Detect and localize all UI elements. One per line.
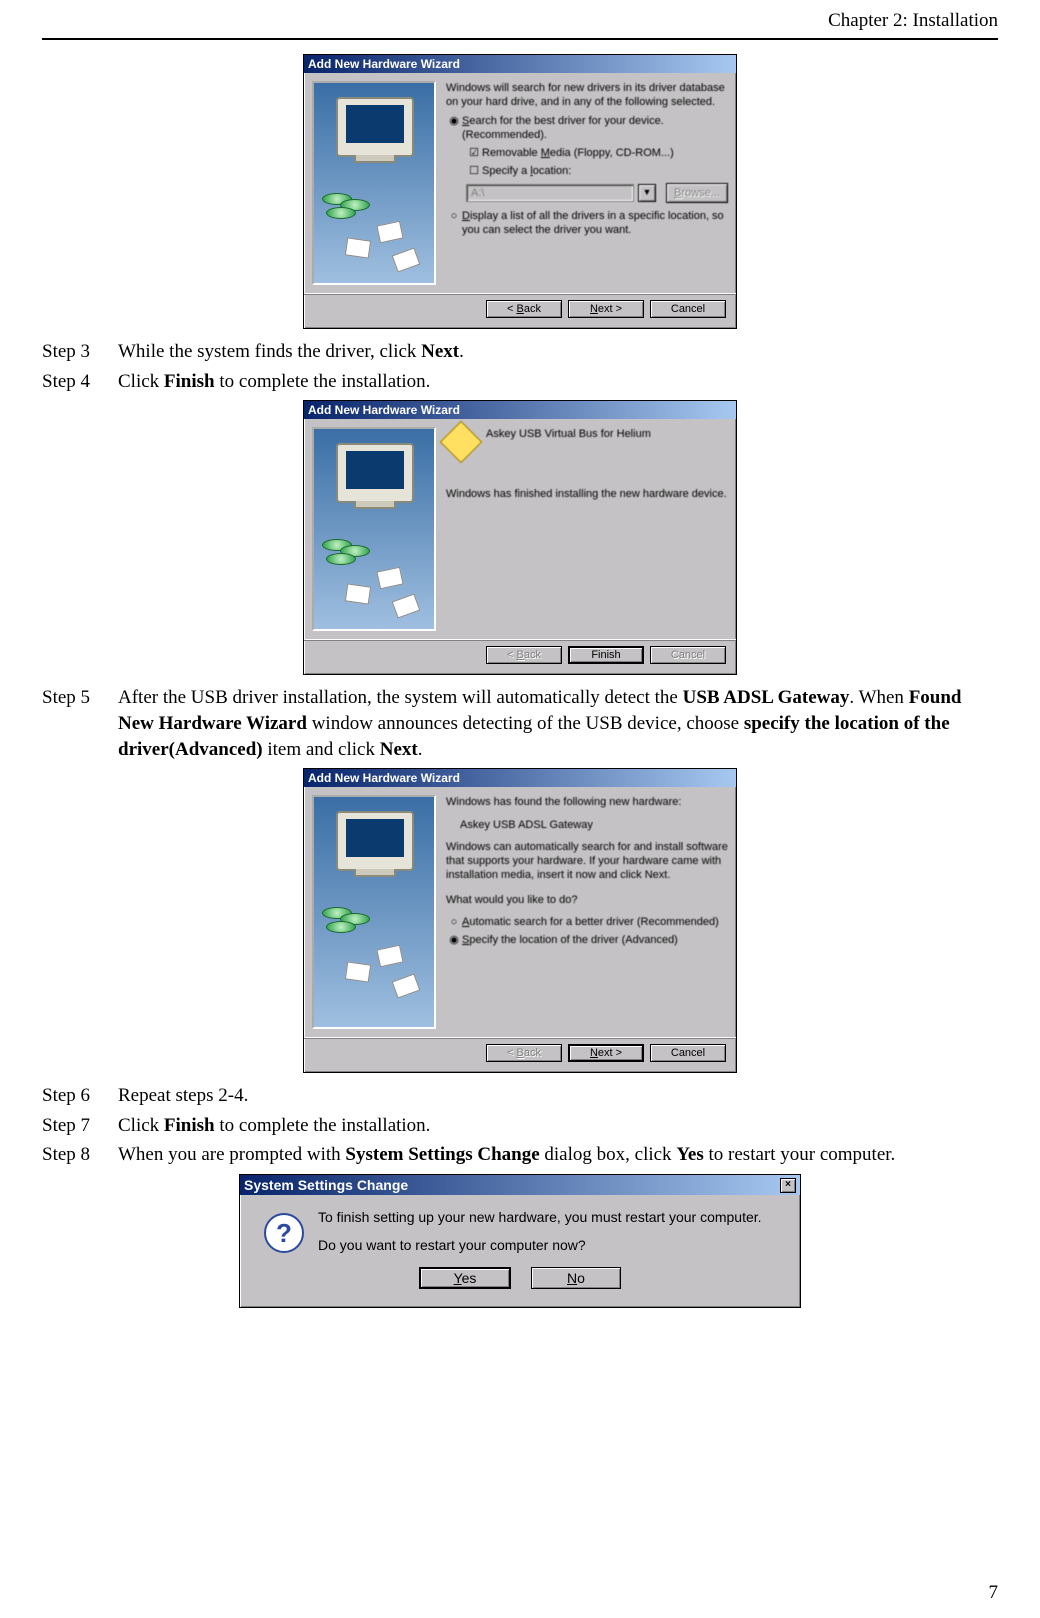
checkbox-checked-icon: ☑	[466, 146, 482, 160]
wizard-side-image	[312, 795, 436, 1029]
prompt-text: What would you like to do?	[446, 893, 728, 907]
figure-wizard-finish: Add New Hardware Wizard	[42, 400, 998, 675]
intro-text: Windows will search for new drivers in i…	[446, 81, 728, 110]
question-icon: ?	[264, 1213, 304, 1253]
radio-search-best[interactable]: ◉ Search for the best driver for your de…	[446, 114, 728, 143]
radio-selected-icon: ◉	[446, 933, 462, 947]
titlebar-text: Add New Hardware Wizard	[308, 403, 460, 417]
cancel-button[interactable]: Cancel	[650, 300, 726, 318]
yes-button[interactable]: Yes	[419, 1267, 511, 1289]
radio-display-list[interactable]: ○ Display a list of all the drivers in a…	[446, 209, 728, 238]
back-button[interactable]: < Back	[486, 1044, 562, 1062]
figure-wizard-found: Add New Hardware Wizard Windows has foun…	[42, 768, 998, 1073]
checkbox-specify-location[interactable]: ☐ Specify a location:	[466, 164, 728, 178]
button-row: < Back Finish Cancel	[304, 639, 736, 674]
device-icon	[440, 421, 482, 463]
back-button[interactable]: < Back	[486, 300, 562, 318]
step-6: Step 6 Repeat steps 2-4.	[42, 1083, 998, 1109]
button-row: Yes No	[258, 1253, 782, 1299]
step-3: Step 3 While the system finds the driver…	[42, 339, 998, 365]
dialog-content: Askey USB Virtual Bus for Helium Windows…	[446, 427, 728, 631]
dialog-body: ? To finish setting up your new hardware…	[240, 1195, 800, 1307]
head-rule	[42, 38, 998, 40]
step-label: Step 3	[42, 339, 118, 365]
location-combo[interactable]: A:\	[466, 184, 634, 202]
running-head: Chapter 2: Installation	[42, 8, 998, 36]
step-8: Step 8 When you are prompted with System…	[42, 1142, 998, 1168]
step-7: Step 7 Click Finish to complete the inst…	[42, 1113, 998, 1139]
dialog-content: Windows has found the following new hard…	[446, 795, 728, 1029]
step-label: Step 5	[42, 685, 118, 762]
message-line-2: Do you want to restart your computer now…	[318, 1237, 762, 1253]
titlebar: Add New Hardware Wizard	[304, 769, 736, 787]
radio-specify[interactable]: ◉ Specify the location of the driver (Ad…	[446, 933, 728, 947]
step-body: Repeat steps 2-4.	[118, 1083, 998, 1109]
step-label: Step 6	[42, 1083, 118, 1109]
checkbox-removable-media[interactable]: ☑ Removable Media (Floppy, CD-ROM...)	[466, 146, 728, 160]
next-button[interactable]: Next >	[568, 1044, 644, 1062]
page-number: 7	[989, 1582, 999, 1604]
finish-text: Windows has finished installing the new …	[446, 487, 728, 501]
next-button[interactable]: Next >	[568, 300, 644, 318]
dialog-content: Windows will search for new drivers in i…	[446, 81, 728, 285]
found-text: Windows has found the following new hard…	[446, 795, 728, 809]
step-label: Step 8	[42, 1142, 118, 1168]
titlebar: Add New Hardware Wizard	[304, 401, 736, 419]
no-button[interactable]: No	[531, 1267, 621, 1289]
dialog-add-hardware-finish: Add New Hardware Wizard	[303, 400, 737, 675]
message-line-1: To finish setting up your new hardware, …	[318, 1209, 762, 1225]
step-5: Step 5 After the USB driver installation…	[42, 685, 998, 762]
wizard-side-image	[312, 427, 436, 631]
device-name: Askey USB Virtual Bus for Helium	[486, 427, 651, 441]
back-button[interactable]: < Back	[486, 646, 562, 664]
message: To finish setting up your new hardware, …	[318, 1209, 762, 1253]
dialog-body: Windows will search for new drivers in i…	[304, 73, 736, 293]
step-body: When you are prompted with System Settin…	[118, 1142, 998, 1168]
finish-button[interactable]: Finish	[568, 646, 644, 664]
radio-automatic[interactable]: ○ Automatic search for a better driver (…	[446, 915, 728, 929]
cancel-button[interactable]: Cancel	[650, 646, 726, 664]
dialog-system-settings-change: System Settings Change × ? To finish set…	[239, 1174, 801, 1308]
titlebar-text: System Settings Change	[244, 1177, 408, 1193]
titlebar-text: Add New Hardware Wizard	[308, 771, 460, 785]
step-body: Click Finish to complete the installatio…	[118, 369, 998, 395]
button-row: < Back Next > Cancel	[304, 293, 736, 328]
page: Chapter 2: Installation Add New Hardware…	[0, 0, 1040, 1618]
titlebar: System Settings Change ×	[240, 1175, 800, 1195]
button-row: < Back Next > Cancel	[304, 1037, 736, 1072]
step-4: Step 4 Click Finish to complete the inst…	[42, 369, 998, 395]
device-name: Askey USB ADSL Gateway	[460, 818, 728, 832]
radio-unselected-icon: ○	[446, 915, 462, 929]
step-body: While the system finds the driver, click…	[118, 339, 998, 365]
figure-wizard-search: Add New Hardware Wizard Windows will sea…	[42, 54, 998, 329]
dialog-add-hardware-found: Add New Hardware Wizard Windows has foun…	[303, 768, 737, 1073]
checkbox-unchecked-icon: ☐	[466, 164, 482, 178]
location-row: A:\ ▼ Browse...	[466, 183, 728, 203]
figure-system-settings-change: System Settings Change × ? To finish set…	[42, 1174, 998, 1308]
step-body: After the USB driver installation, the s…	[118, 685, 998, 762]
close-button[interactable]: ×	[780, 1178, 796, 1193]
step-body: Click Finish to complete the installatio…	[118, 1113, 998, 1139]
step-label: Step 7	[42, 1113, 118, 1139]
browse-button[interactable]: Browse...	[666, 183, 728, 203]
dialog-body: Askey USB Virtual Bus for Helium Windows…	[304, 419, 736, 639]
dialog-body: Windows has found the following new hard…	[304, 787, 736, 1037]
wizard-side-image	[312, 81, 436, 285]
dialog-add-hardware-search: Add New Hardware Wizard Windows will sea…	[303, 54, 737, 329]
combo-dropdown-icon[interactable]: ▼	[638, 184, 656, 202]
radio-selected-icon: ◉	[446, 114, 462, 128]
cancel-button[interactable]: Cancel	[650, 1044, 726, 1062]
titlebar: Add New Hardware Wizard	[304, 55, 736, 73]
radio-unselected-icon: ○	[446, 209, 462, 223]
step-label: Step 4	[42, 369, 118, 395]
auto-text: Windows can automatically search for and…	[446, 840, 728, 883]
titlebar-text: Add New Hardware Wizard	[308, 57, 460, 71]
